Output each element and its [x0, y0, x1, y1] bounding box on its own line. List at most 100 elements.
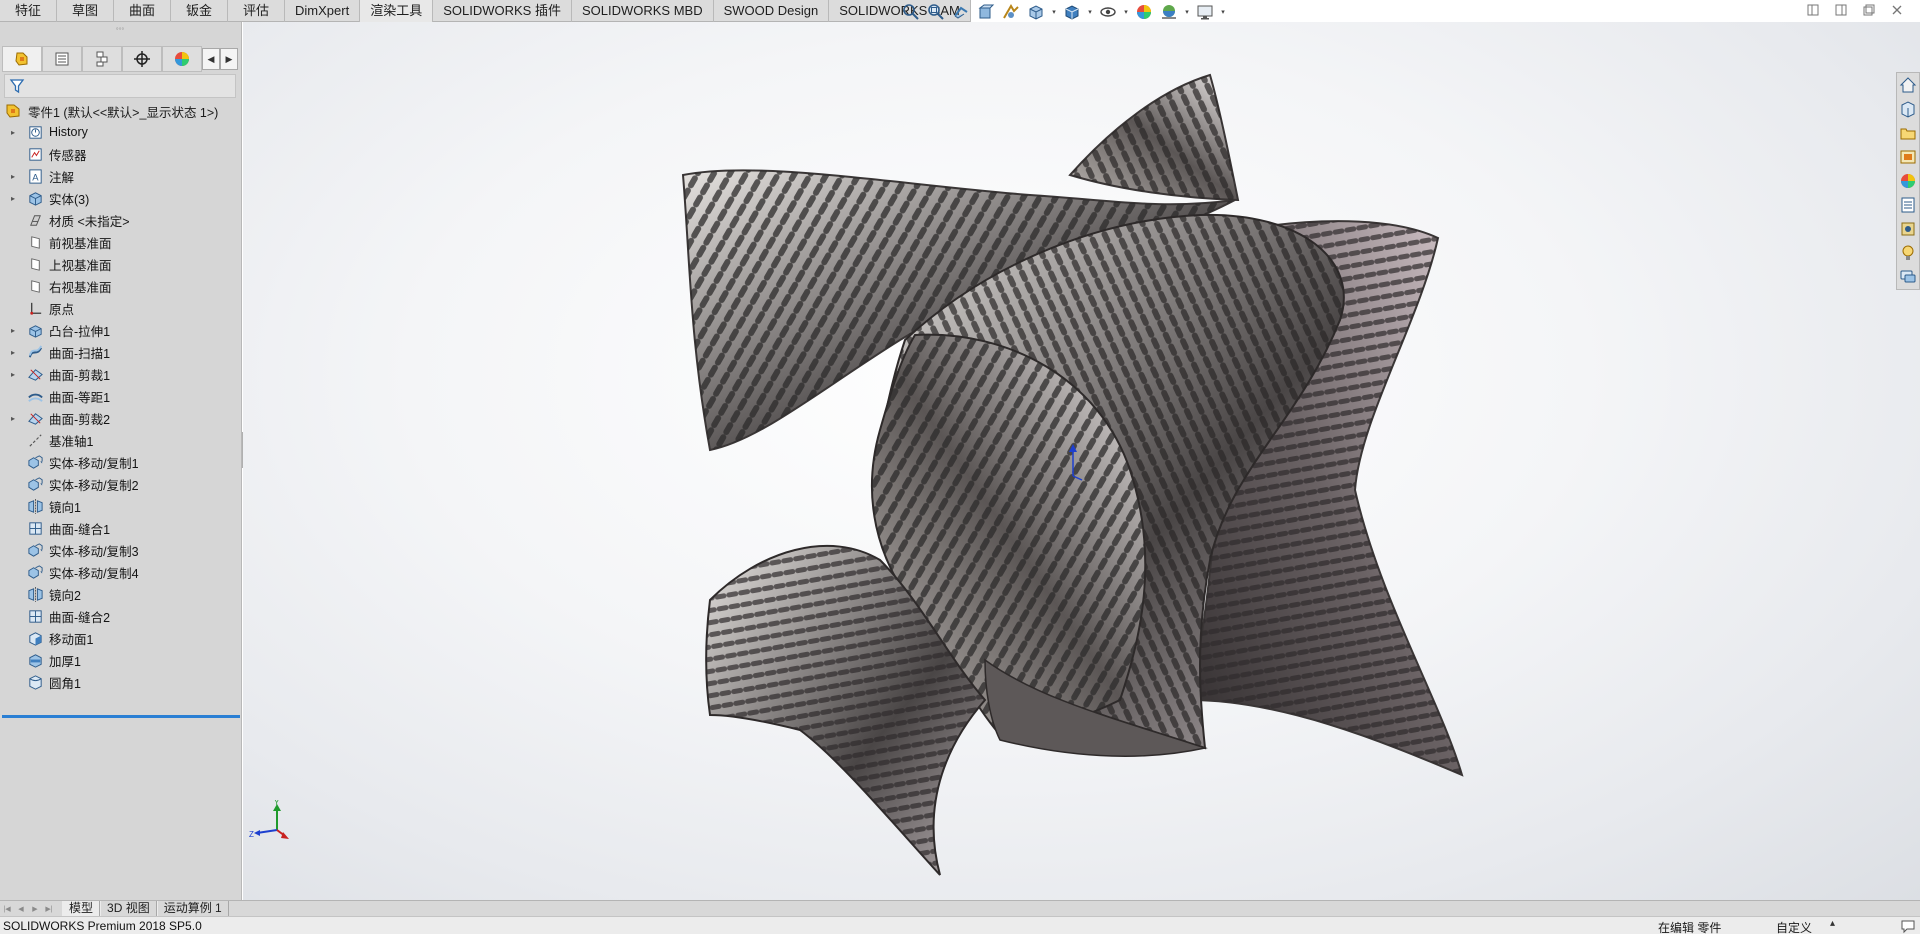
tab-dimxpert[interactable]: DimXpert [285, 0, 361, 22]
tree-item[interactable]: 前视基准面 [0, 231, 240, 253]
tree-item[interactable]: ▸ History [0, 121, 240, 143]
tree-item[interactable]: ▸ 曲面-剪裁2 [0, 407, 240, 429]
appearance-ball-icon [175, 52, 189, 66]
expand-arrow-icon[interactable]: ▸ [8, 414, 18, 423]
zoom-to-fit-icon[interactable] [900, 3, 922, 22]
section-view-icon[interactable] [975, 3, 997, 22]
first-tab-arrow-icon[interactable]: |◀ [0, 901, 14, 916]
custom-properties-icon[interactable] [1899, 196, 1917, 214]
tree-item[interactable]: ▸ 曲面-剪裁1 [0, 363, 240, 385]
tree-item[interactable]: 实体-移动/复制4 [0, 561, 240, 583]
lightbulb-tip-icon[interactable] [1899, 244, 1917, 262]
chevron-left-icon[interactable]: ◀ [202, 48, 220, 70]
help-bubble-icon[interactable] [1900, 918, 1916, 934]
expand-arrow-icon[interactable]: ▸ [8, 128, 18, 137]
prev-tab-arrow-icon[interactable]: ◀ [14, 901, 28, 916]
tree-item[interactable]: 圆角1 [0, 671, 240, 693]
minimize-icon[interactable] [1806, 3, 1820, 17]
tab-features[interactable]: 特征 [0, 0, 57, 22]
chevron-down-icon[interactable]: ▾ [1050, 3, 1058, 22]
apply-scene-icon[interactable] [1158, 3, 1180, 22]
expand-arrow-icon[interactable]: ▸ [8, 194, 18, 203]
file-explorer-icon[interactable] [1899, 124, 1917, 142]
chevron-down-icon[interactable]: ▾ [1086, 3, 1094, 22]
tree-item[interactable]: 曲面-缝合1 [0, 517, 240, 539]
tree-item-label: 镜向1 [49, 500, 81, 515]
tree-item[interactable]: 曲面-缝合2 [0, 605, 240, 627]
tab-motion-study-1[interactable]: 运动算例 1 [156, 901, 229, 916]
feature-manager-tree-tab[interactable] [2, 46, 42, 72]
configuration-manager-tab[interactable] [82, 46, 122, 72]
tree-item[interactable]: 实体-移动/复制3 [0, 539, 240, 561]
view-settings-icon[interactable] [1194, 3, 1216, 22]
tab-swood-design[interactable]: SWOOD Design [714, 0, 830, 22]
tab-solidworks-mbd[interactable]: SOLIDWORKS MBD [572, 0, 714, 22]
tab-render-tools[interactable]: 渲染工具 [360, 0, 434, 22]
edit-appearance-icon[interactable] [1133, 3, 1155, 22]
tab-model[interactable]: 模型 [62, 901, 101, 916]
expand-arrow-icon[interactable]: ▸ [8, 348, 18, 357]
tree-item[interactable]: 实体-移动/复制2 [0, 473, 240, 495]
chevron-down-icon[interactable]: ▾ [1219, 3, 1227, 22]
property-manager-tab[interactable] [42, 46, 82, 72]
tree-item[interactable]: 传感器 [0, 143, 240, 165]
chevron-down-icon[interactable]: ▾ [1183, 3, 1191, 22]
last-tab-arrow-icon[interactable]: ▶| [42, 901, 56, 916]
tree-item[interactable]: 上视基准面 [0, 253, 240, 275]
solidworks-resources-icon[interactable] [1899, 220, 1917, 238]
tree-item[interactable]: 基准轴1 [0, 429, 240, 451]
status-unit-system[interactable]: 自定义 [1776, 919, 1812, 934]
tree-item[interactable]: 镜向1 [0, 495, 240, 517]
tab-3d-views[interactable]: 3D 视图 [100, 901, 157, 916]
tree-item-label: 右视基准面 [49, 280, 112, 295]
tree-item[interactable]: 曲面-等距1 [0, 385, 240, 407]
rollback-bar[interactable] [2, 715, 240, 718]
display-style-icon[interactable] [1061, 3, 1083, 22]
close-icon[interactable] [1890, 3, 1904, 17]
chevron-up-icon[interactable]: ▴ [1830, 918, 1835, 929]
tree-filter-box[interactable] [4, 74, 236, 98]
expand-arrow-icon[interactable]: ▸ [8, 370, 18, 379]
zoom-to-area-icon[interactable] [925, 3, 947, 22]
panel-grip-icon[interactable]: ◦◦◦ [110, 25, 130, 33]
filter-icon [9, 79, 25, 94]
tree-item[interactable]: 移动面1 [0, 627, 240, 649]
dynamic-annotation-icon[interactable] [1000, 3, 1022, 22]
tile-icon[interactable] [1834, 3, 1848, 17]
forum-chat-icon[interactable] [1899, 268, 1917, 286]
restore-icon[interactable] [1862, 3, 1876, 17]
tab-sketch[interactable]: 草图 [57, 0, 114, 22]
tree-item[interactable]: 镜向2 [0, 583, 240, 605]
tree-item[interactable]: 加厚1 [0, 649, 240, 671]
appearances-scenes-icon[interactable] [1899, 172, 1917, 190]
tab-sheet-metal[interactable]: 钣金 [171, 0, 228, 22]
tree-item[interactable]: 原点 [0, 297, 240, 319]
graphics-area[interactable]: Y Z [243, 22, 1920, 900]
tree-item[interactable]: ▸ 曲面-扫描1 [0, 341, 240, 363]
tab-surfaces[interactable]: 曲面 [114, 0, 171, 22]
tree-item[interactable]: 右视基准面 [0, 275, 240, 297]
tree-root-part[interactable]: 零件1 (默认<<默认>_显示状态 1>) [4, 101, 218, 121]
tree-item[interactable]: 实体-移动/复制1 [0, 451, 240, 473]
expand-arrow-icon[interactable]: ▸ [8, 172, 18, 181]
chevron-right-icon[interactable]: ▶ [220, 48, 238, 70]
view-palette-icon[interactable] [1899, 148, 1917, 166]
previous-view-icon[interactable] [950, 3, 972, 22]
tree-item[interactable]: 材质 <未指定> [0, 209, 240, 231]
expand-arrow-icon[interactable]: ▸ [8, 326, 18, 335]
display-manager-tab[interactable] [162, 46, 202, 72]
chevron-down-icon[interactable]: ▾ [1122, 3, 1130, 22]
3d-model-twisted-lattice[interactable] [243, 22, 1920, 900]
view-orientation-icon[interactable] [1025, 3, 1047, 22]
tab-evaluate[interactable]: 评估 [228, 0, 285, 22]
tab-solidworks-addins[interactable]: SOLIDWORKS 插件 [433, 0, 572, 22]
hide-show-icon[interactable] [1097, 3, 1119, 22]
design-library-icon[interactable] [1899, 100, 1917, 118]
home-icon[interactable] [1899, 76, 1917, 94]
property-list-icon [55, 52, 69, 66]
tree-item[interactable]: ▸ 凸台-拉伸1 [0, 319, 240, 341]
tree-item[interactable]: ▸ 实体(3) [0, 187, 240, 209]
next-tab-arrow-icon[interactable]: ▶ [28, 901, 42, 916]
tree-item[interactable]: ▸ A 注解 [0, 165, 240, 187]
dimxpert-manager-tab[interactable] [122, 46, 162, 72]
